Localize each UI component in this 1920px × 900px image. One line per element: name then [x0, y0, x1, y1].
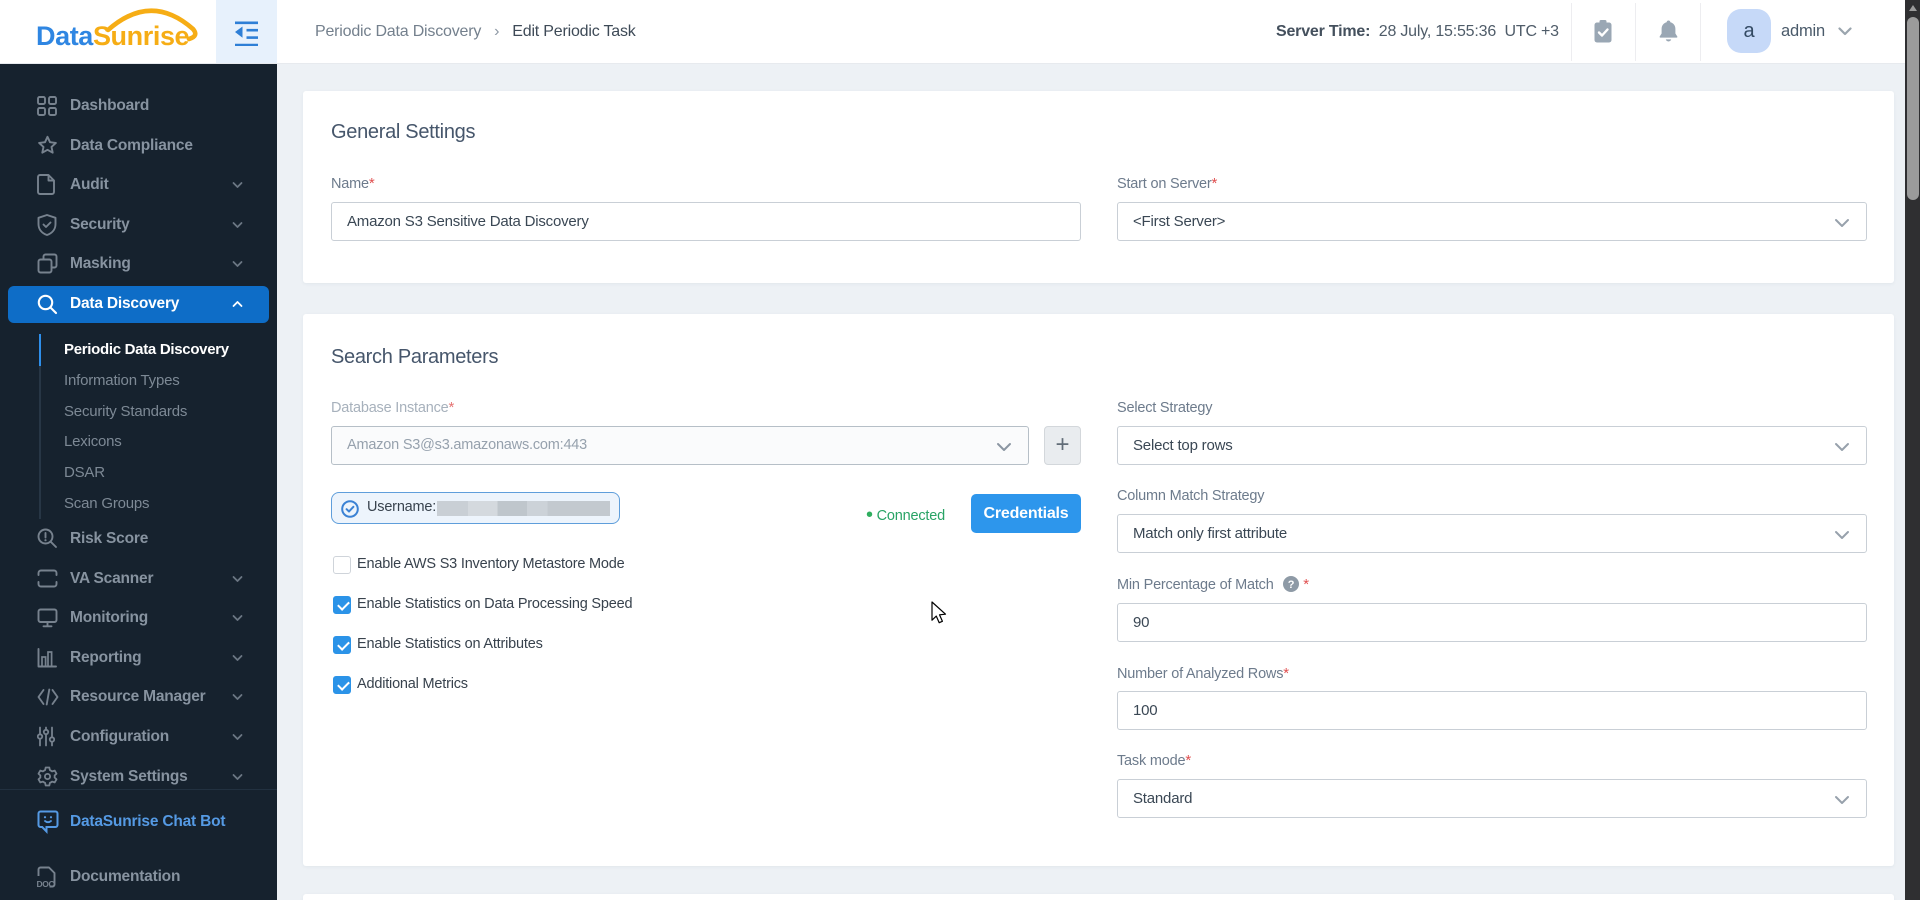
svg-text:?: ? — [1288, 579, 1295, 591]
svg-text:DOC: DOC — [37, 879, 54, 888]
